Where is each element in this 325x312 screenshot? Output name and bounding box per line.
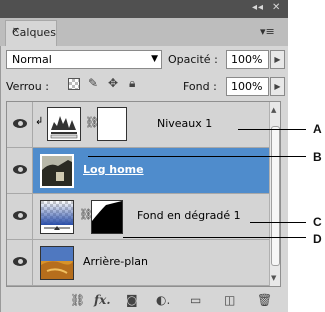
lock-all-icon[interactable]: 🔒︎ — [129, 76, 135, 91]
callout-c: C — [313, 215, 322, 229]
opacity-label: Opacité : — [168, 53, 218, 66]
eye-icon — [13, 257, 27, 266]
layer-style-icon[interactable]: fx. — [94, 293, 111, 307]
collapse-icon[interactable]: ◂◂ — [252, 2, 264, 13]
levels-adjustment-icon[interactable] — [47, 107, 81, 141]
fill-field[interactable]: 100% — [226, 77, 269, 96]
link-layers-icon[interactable]: ⛓ — [70, 293, 85, 307]
gradient-fill-thumbnail[interactable] — [40, 200, 74, 234]
layer-name[interactable]: Arrière-plan — [83, 255, 148, 268]
layers-bottom-toolbar — [0, 290, 288, 312]
add-mask-icon[interactable]: ◙ — [126, 293, 138, 307]
eye-icon — [13, 119, 27, 128]
layer-row-gradient-fill[interactable]: ⛓ Fond en dégradé 1 — [7, 194, 269, 240]
lock-pixels-icon[interactable]: ✎ — [88, 76, 98, 90]
layer-row-background[interactable]: Arrière-plan — [7, 240, 269, 286]
panel-menu-icon[interactable]: ▾≡ — [260, 25, 275, 38]
layer-row-log-home[interactable]: Log home — [7, 148, 269, 194]
callout-line-c — [250, 222, 306, 223]
callout-line-b — [88, 156, 306, 157]
scroll-up-icon[interactable]: ▲ — [271, 106, 276, 114]
scroll-down-icon[interactable]: ▼ — [271, 274, 276, 282]
eye-icon — [13, 211, 27, 220]
panel-titlebar: ◂◂ ✕ — [0, 0, 288, 18]
clip-arrow-icon: ↲ — [35, 116, 44, 127]
fill-value: 100% — [231, 80, 263, 93]
opacity-field[interactable]: 100% — [226, 50, 269, 69]
eye-icon — [13, 165, 27, 174]
layer-thumbnail[interactable] — [40, 246, 74, 280]
lock-position-icon[interactable]: ✥ — [108, 76, 118, 90]
chevron-down-icon: ▼ — [151, 54, 158, 64]
new-layer-icon[interactable]: ◫ — [224, 293, 235, 307]
lock-transparency-icon[interactable] — [68, 78, 80, 90]
opacity-slider-button[interactable]: ▶ — [270, 50, 285, 69]
blend-mode-select[interactable]: Normal ▼ — [6, 50, 162, 69]
visibility-toggle[interactable] — [7, 240, 33, 285]
callout-a: A — [313, 122, 322, 136]
opacity-value: 100% — [231, 53, 263, 66]
callout-d: D — [313, 232, 322, 246]
layer-mask-thumbnail[interactable] — [91, 200, 123, 234]
visibility-toggle[interactable] — [7, 102, 33, 147]
fill-label: Fond : — [183, 80, 217, 93]
new-group-icon[interactable]: ▭ — [190, 293, 201, 307]
layer-mask-thumbnail[interactable] — [97, 107, 127, 141]
close-icon[interactable]: ✕ — [272, 2, 281, 13]
layer-thumbnail[interactable] — [40, 154, 74, 188]
delete-layer-icon[interactable]: 🗑︎ — [257, 293, 272, 307]
visibility-toggle[interactable] — [7, 148, 33, 193]
callout-b: B — [313, 150, 322, 164]
fill-slider-button[interactable]: ▶ — [270, 77, 285, 96]
layer-name[interactable]: Fond en dégradé 1 — [137, 209, 241, 222]
callout-line-a — [238, 129, 306, 130]
new-adjustment-icon[interactable]: ◐. — [156, 293, 170, 307]
tab-close-icon[interactable]: × — [12, 26, 20, 36]
layer-name[interactable]: Niveaux 1 — [157, 117, 212, 130]
lock-label: Verrou : — [6, 80, 49, 93]
callout-line-d — [123, 237, 306, 238]
visibility-toggle[interactable] — [7, 194, 33, 239]
layer-row-levels[interactable]: ↲ ⛓ Niveaux 1 — [7, 102, 269, 148]
layer-name[interactable]: Log home — [83, 163, 144, 176]
blend-mode-value: Normal — [12, 53, 52, 66]
scroll-thumb[interactable] — [271, 126, 280, 266]
tab-calques[interactable]: Calques × — [5, 20, 57, 46]
